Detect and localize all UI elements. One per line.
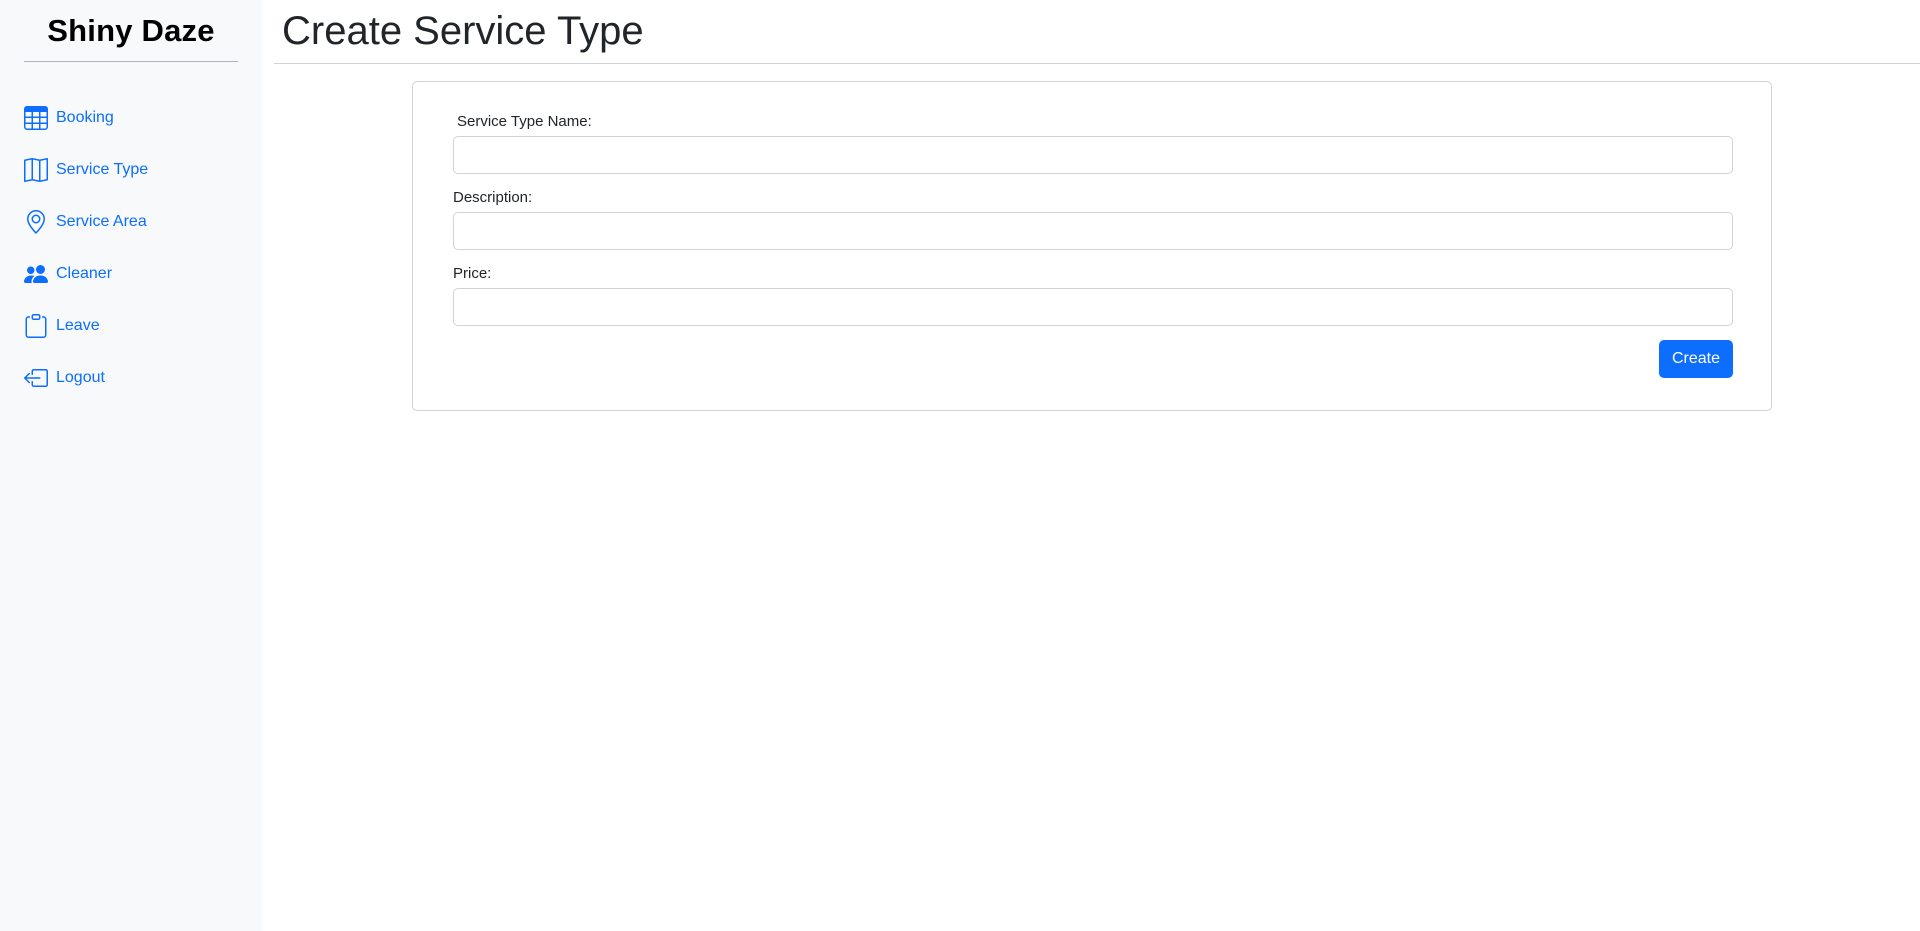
logout-icon: [24, 365, 50, 391]
clipboard-icon: [24, 313, 50, 339]
sidebar-item-label: Leave: [56, 317, 100, 334]
service-type-name-input[interactable]: [453, 136, 1733, 174]
map-icon: [24, 157, 50, 183]
create-service-type-form: Service Type Name: Description: Price: C…: [412, 81, 1772, 411]
sidebar-item-label: Logout: [56, 369, 105, 386]
sidebar-nav: Booking Service Type Service Area Cleane…: [24, 92, 238, 404]
sidebar-item-label: Cleaner: [56, 265, 113, 282]
service-type-name-group: Service Type Name:: [453, 112, 1733, 174]
service-type-name-label: Service Type Name:: [457, 113, 592, 130]
sidebar-item-booking[interactable]: Booking: [24, 92, 238, 144]
location-pin-icon: [24, 209, 50, 235]
app-root: Shiny Daze Booking Service Type Service …: [0, 0, 1920, 931]
create-button[interactable]: Create: [1658, 340, 1733, 378]
sidebar-item-label: Service Type: [56, 161, 149, 178]
brand-title: Shiny Daze: [24, 0, 238, 62]
sidebar-item-service-type[interactable]: Service Type: [24, 144, 238, 196]
sidebar-item-service-area[interactable]: Service Area: [24, 196, 238, 248]
sidebar-item-leave[interactable]: Leave: [24, 300, 238, 352]
page-title: Create Service Type: [282, 9, 644, 53]
sidebar: Shiny Daze Booking Service Type Service …: [0, 0, 262, 931]
form-actions: Create: [453, 340, 1733, 378]
description-group: Description:: [453, 188, 1733, 250]
sidebar-item-cleaner[interactable]: Cleaner: [24, 248, 238, 300]
people-icon: [24, 261, 50, 287]
sidebar-item-label: Booking: [56, 109, 114, 126]
main-content: Create Service Type Service Type Name: D…: [262, 0, 1920, 931]
price-input[interactable]: [453, 288, 1733, 326]
sidebar-item-label: Service Area: [56, 213, 147, 230]
description-label: Description:: [453, 189, 533, 206]
price-label: Price:: [453, 265, 492, 282]
description-input[interactable]: [453, 212, 1733, 250]
table-icon: [24, 105, 50, 131]
page-header: Create Service Type: [274, 0, 1920, 64]
price-group: Price:: [453, 264, 1733, 326]
sidebar-item-logout[interactable]: Logout: [24, 352, 238, 404]
